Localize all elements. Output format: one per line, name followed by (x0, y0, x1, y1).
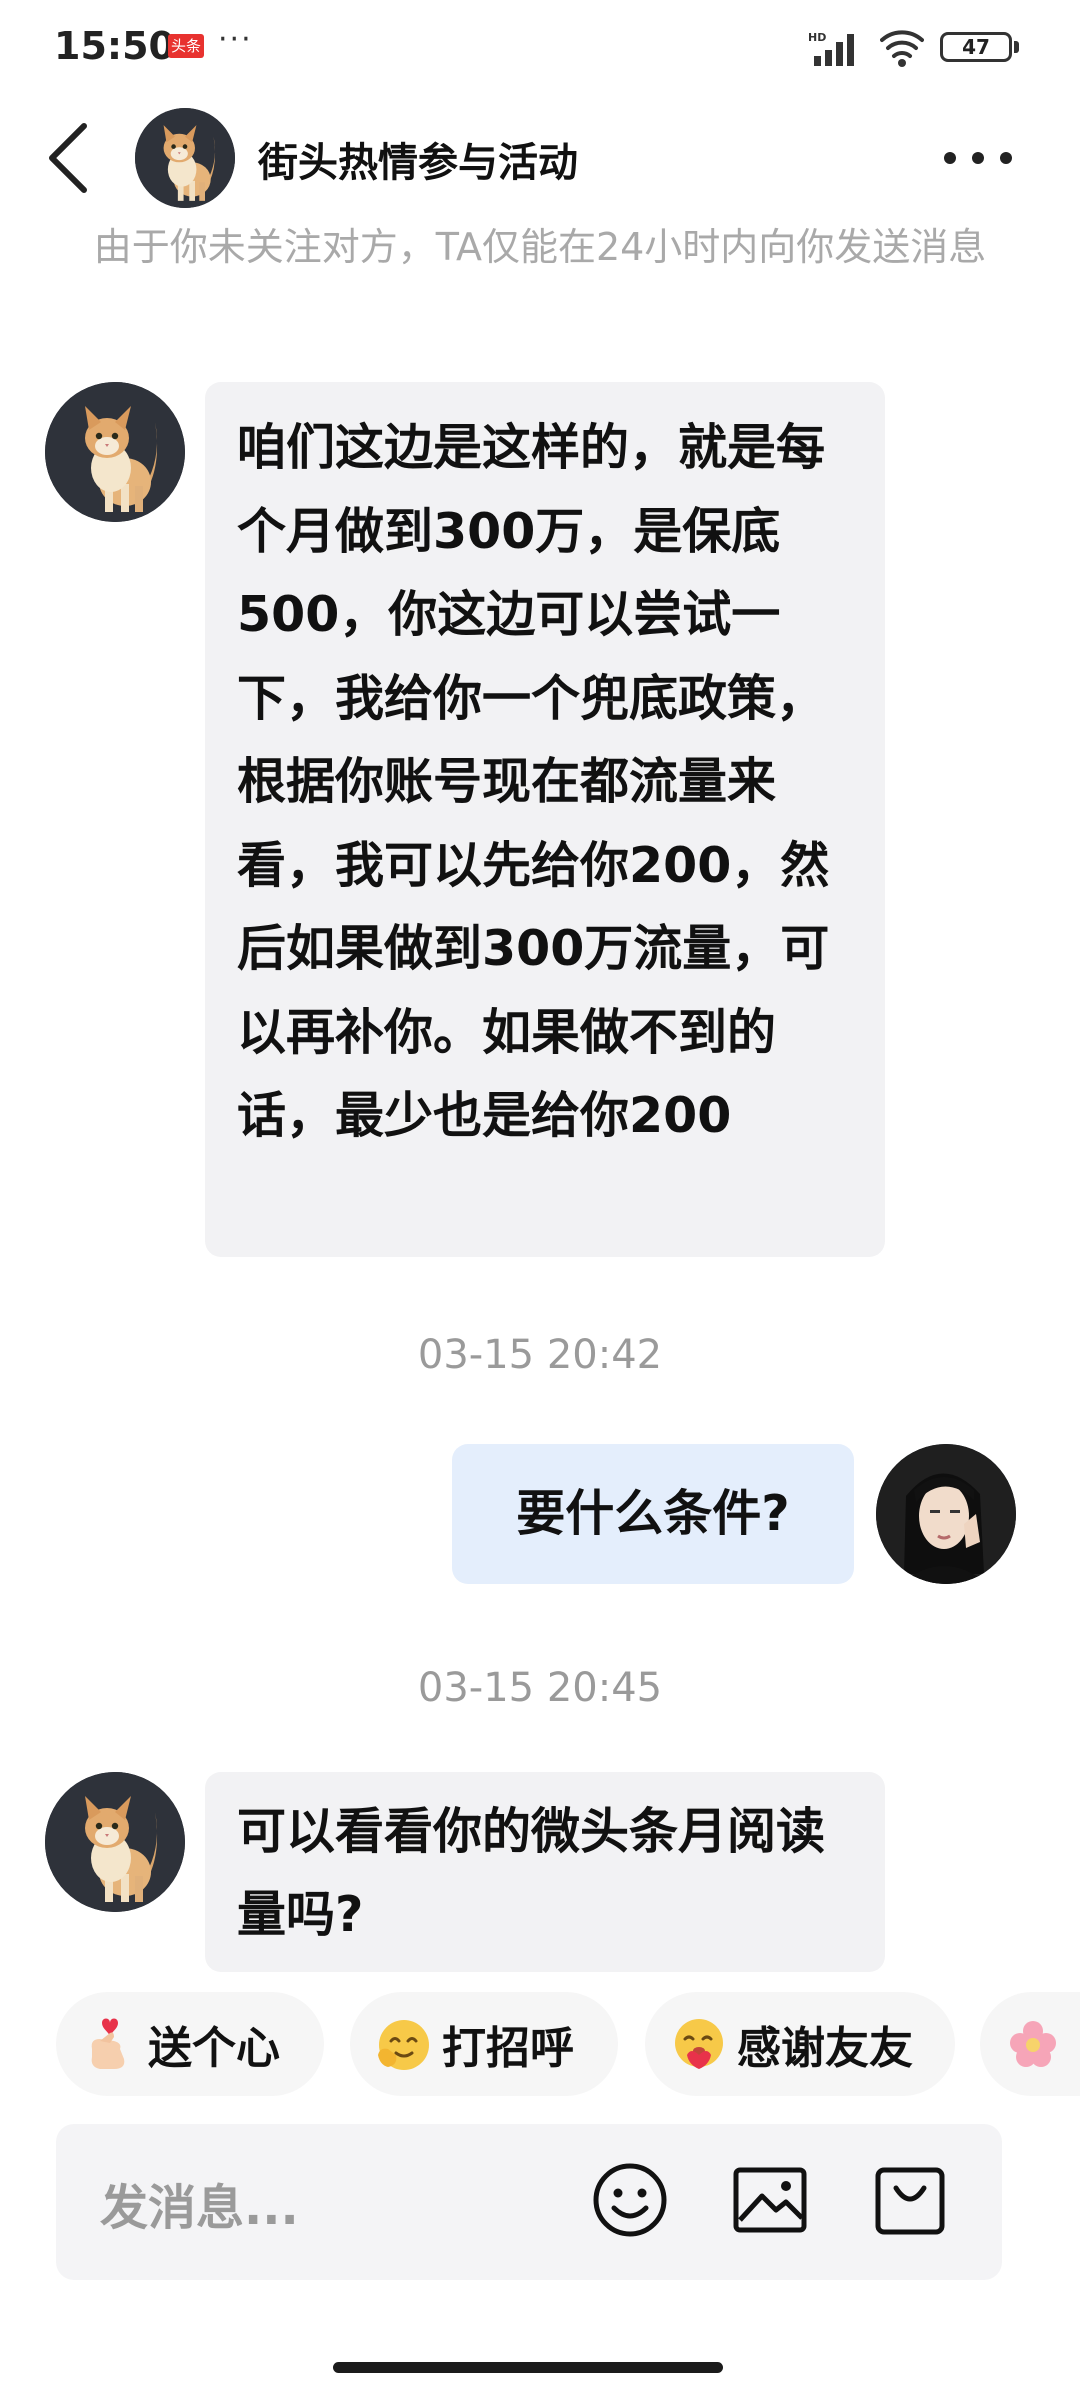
cat-avatar-image (45, 1772, 185, 1912)
battery-level: 47 (962, 35, 990, 59)
message-timestamp: 03-15 20:42 (417, 1332, 663, 1378)
outgoing-message[interactable]: 要什么条件? (452, 1444, 854, 1584)
quick-reply-label: 送个心 (148, 2023, 280, 2074)
quick-reply-thanks[interactable]: 感谢友友 (645, 1992, 955, 2096)
follow-notice: 由于你未关注对方，TA仅能在24小时内向你发送消息 (93, 225, 987, 269)
message-input[interactable]: 发消息... (100, 2168, 299, 2238)
quick-reply-send-heart[interactable]: 送个心 (56, 1992, 324, 2096)
chat-title: 街头热情参与活动 (258, 140, 578, 186)
sender-avatar[interactable] (45, 382, 185, 522)
contact-avatar[interactable] (135, 108, 235, 208)
cat-avatar-image (135, 108, 235, 208)
message-timestamp: 03-15 20:45 (417, 1665, 663, 1711)
user-avatar-image (876, 1444, 1016, 1584)
status-more-dots: ··· (218, 22, 253, 57)
app-badge: 头条 (168, 34, 204, 58)
emoji-icon[interactable] (590, 2160, 670, 2240)
shopping-bag-icon[interactable] (870, 2160, 950, 2240)
more-options-button[interactable] (938, 128, 1048, 188)
incoming-message[interactable]: 可以看看你的微头条月阅读量吗? (205, 1772, 885, 1972)
back-button[interactable] (38, 118, 98, 198)
cat-avatar-image (45, 382, 185, 522)
quick-reply-more[interactable] (980, 1992, 1080, 2096)
quick-reply-greet[interactable]: 打招呼 (350, 1992, 618, 2096)
image-icon[interactable] (730, 2160, 810, 2240)
sender-avatar[interactable] (45, 1772, 185, 1912)
battery-icon: 47 (940, 32, 1012, 62)
status-time: 15:50 (54, 24, 175, 68)
battery-cap (1014, 41, 1019, 53)
smiling-face-icon (378, 2020, 429, 2070)
quick-reply-label: 打招呼 (442, 2023, 574, 2074)
hugging-face-icon (675, 2019, 723, 2069)
home-indicator[interactable] (333, 2362, 723, 2373)
my-avatar[interactable] (876, 1444, 1016, 1584)
network-type-label: HD (808, 31, 826, 44)
incoming-message[interactable]: 咱们这边是这样的，就是每个月做到300万，是保底500，你这边可以尝试一下，我给… (205, 382, 885, 1257)
quick-reply-label: 感谢友友 (737, 2023, 913, 2074)
flower-icon (1010, 2021, 1056, 2067)
finger-heart-icon (91, 2018, 125, 2069)
signal-icon: HD (808, 31, 854, 66)
wifi-icon (880, 30, 924, 67)
